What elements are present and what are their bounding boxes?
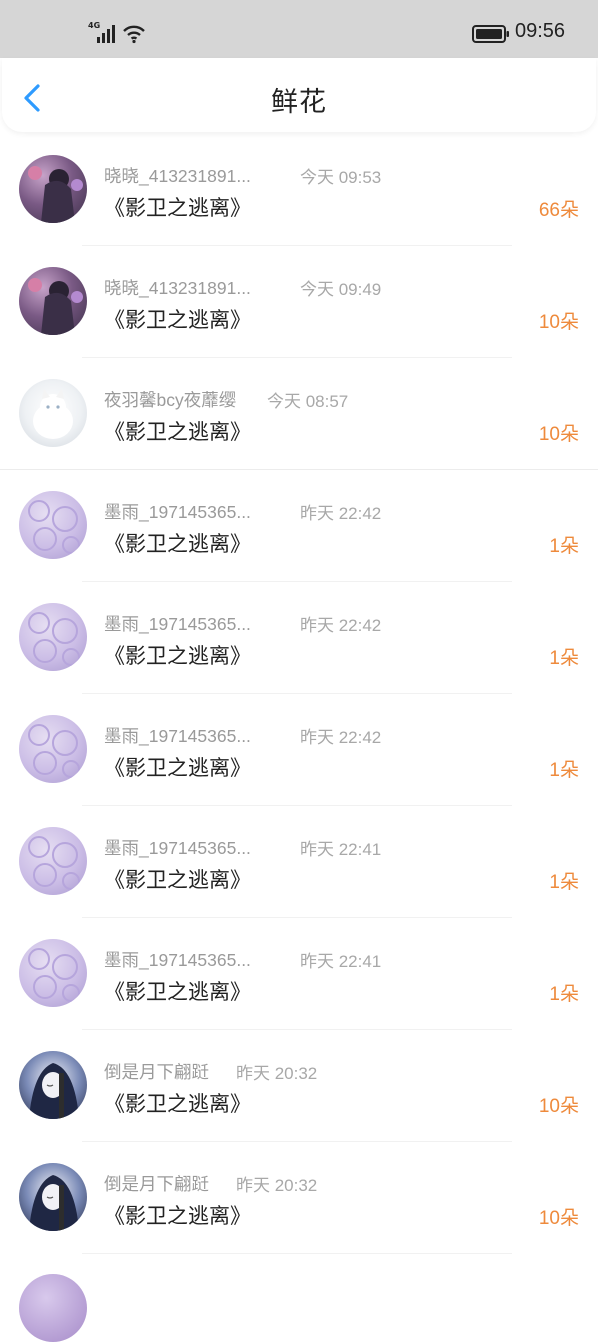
list-item[interactable]: 墨雨_197145365... 昨天 22:42 《影卫之逃离》 1朵 — [0, 694, 598, 806]
signal-bars — [97, 25, 115, 43]
list-item[interactable]: 墨雨_197145365... 昨天 22:41 《影卫之逃离》 1朵 — [0, 806, 598, 918]
avatar[interactable] — [19, 1051, 87, 1119]
record-time: 昨天 20:32 — [236, 1176, 318, 1195]
flower-count: 1朵 — [549, 648, 579, 669]
record-time: 今天 08:57 — [267, 392, 349, 411]
status-time: 09:56 — [515, 20, 566, 42]
book-title[interactable]: 《影卫之逃离》 — [104, 640, 251, 670]
user-name: 倒是月下翩跹 — [104, 1174, 209, 1194]
user-name: 晓晓_413231891... — [104, 166, 251, 186]
book-title[interactable]: 《影卫之逃离》 — [104, 528, 251, 558]
user-name: 墨雨_197145365... — [104, 838, 251, 858]
book-title[interactable]: 《影卫之逃离》 — [104, 304, 251, 334]
list-item[interactable]: 墨雨_197145365... 昨天 22:42 《影卫之逃离》 1朵 — [0, 582, 598, 694]
flower-count: 1朵 — [549, 760, 579, 781]
book-title[interactable]: 《影卫之逃离》 — [104, 1200, 251, 1230]
flower-count: 1朵 — [549, 872, 579, 893]
list-item[interactable]: 墨雨_197145365... 昨天 22:42 《影卫之逃离》 1朵 — [0, 470, 598, 582]
user-name: 墨雨_197145365... — [104, 502, 251, 522]
flower-count: 1朵 — [549, 536, 579, 557]
avatar-girl-violin — [29, 1175, 79, 1231]
user-name: 夜羽馨bcy夜蘼缨 — [104, 390, 237, 410]
avatar[interactable] — [19, 603, 87, 671]
avatar[interactable] — [19, 155, 87, 223]
status-bar: 4G 09:56 — [0, 0, 598, 58]
avatar[interactable] — [19, 827, 87, 895]
flower-count: 10朵 — [538, 1096, 579, 1117]
list-item[interactable]: 晓晓_413231891... 今天 09:53 《影卫之逃离》 66朵 — [0, 134, 598, 246]
avatar-roses — [28, 500, 80, 554]
book-title[interactable]: 《影卫之逃离》 — [104, 1088, 251, 1118]
record-time: 昨天 22:41 — [300, 840, 382, 859]
flower-count: 10朵 — [538, 312, 579, 333]
list-item[interactable]: 墨雨_197145365... 昨天 22:41 《影卫之逃离》 1朵 — [0, 918, 598, 1030]
avatar-girl-violin — [29, 1063, 79, 1119]
avatar[interactable] — [19, 267, 87, 335]
record-time: 昨天 20:32 — [236, 1064, 318, 1083]
flower-count: 10朵 — [538, 1208, 579, 1229]
user-name: 倒是月下翩跹 — [104, 1062, 209, 1082]
avatar[interactable] — [19, 1163, 87, 1231]
list-item[interactable]: 晓晓_413231891... 今天 09:49 《影卫之逃离》 10朵 — [0, 246, 598, 358]
divider — [82, 1253, 512, 1254]
avatar[interactable] — [19, 939, 87, 1007]
book-title[interactable]: 《影卫之逃离》 — [104, 192, 251, 222]
avatar-roses — [28, 836, 80, 890]
wifi-icon — [123, 25, 145, 44]
book-title[interactable]: 《影卫之逃离》 — [104, 416, 251, 446]
list-item[interactable]: 倒是月下翩跹 昨天 20:32 《影卫之逃离》 10朵 — [0, 1030, 598, 1142]
flower-count: 1朵 — [549, 984, 579, 1005]
avatar[interactable] — [19, 491, 87, 559]
avatar-figure — [28, 278, 83, 335]
avatar-figure — [28, 166, 83, 223]
list-item[interactable]: 夜羽馨bcy夜蘼缨 今天 08:57 《影卫之逃离》 10朵 — [0, 358, 598, 470]
battery-icon — [472, 25, 509, 43]
page-title: 鲜花 — [271, 87, 327, 118]
record-time: 今天 09:53 — [300, 168, 382, 187]
record-time: 昨天 22:42 — [300, 504, 382, 523]
nav-header: 鲜花 — [2, 58, 596, 132]
avatar-roses — [28, 612, 80, 666]
avatar[interactable] — [19, 379, 87, 447]
record-time: 今天 09:49 — [300, 280, 382, 299]
flower-record-list: 晓晓_413231891... 今天 09:53 《影卫之逃离》 66朵 晓晓_… — [0, 134, 598, 1254]
user-name: 墨雨_197145365... — [104, 950, 251, 970]
book-title[interactable]: 《影卫之逃离》 — [104, 752, 251, 782]
list-item[interactable]: 倒是月下翩跹 昨天 20:32 《影卫之逃离》 10朵 — [0, 1142, 598, 1254]
avatar-cat — [33, 389, 73, 439]
record-time: 昨天 22:42 — [300, 728, 382, 747]
flower-count: 10朵 — [538, 424, 579, 445]
user-name: 墨雨_197145365... — [104, 726, 251, 746]
flower-count: 66朵 — [538, 200, 579, 221]
book-title[interactable]: 《影卫之逃离》 — [104, 864, 251, 894]
record-time: 昨天 22:41 — [300, 952, 382, 971]
user-name: 墨雨_197145365... — [104, 614, 251, 634]
avatar-roses — [28, 724, 80, 778]
user-name: 晓晓_413231891... — [104, 278, 251, 298]
avatar-roses — [28, 948, 80, 1002]
book-title[interactable]: 《影卫之逃离》 — [104, 976, 251, 1006]
avatar[interactable] — [19, 715, 87, 783]
record-time: 昨天 22:42 — [300, 616, 382, 635]
avatar[interactable] — [19, 1274, 87, 1342]
